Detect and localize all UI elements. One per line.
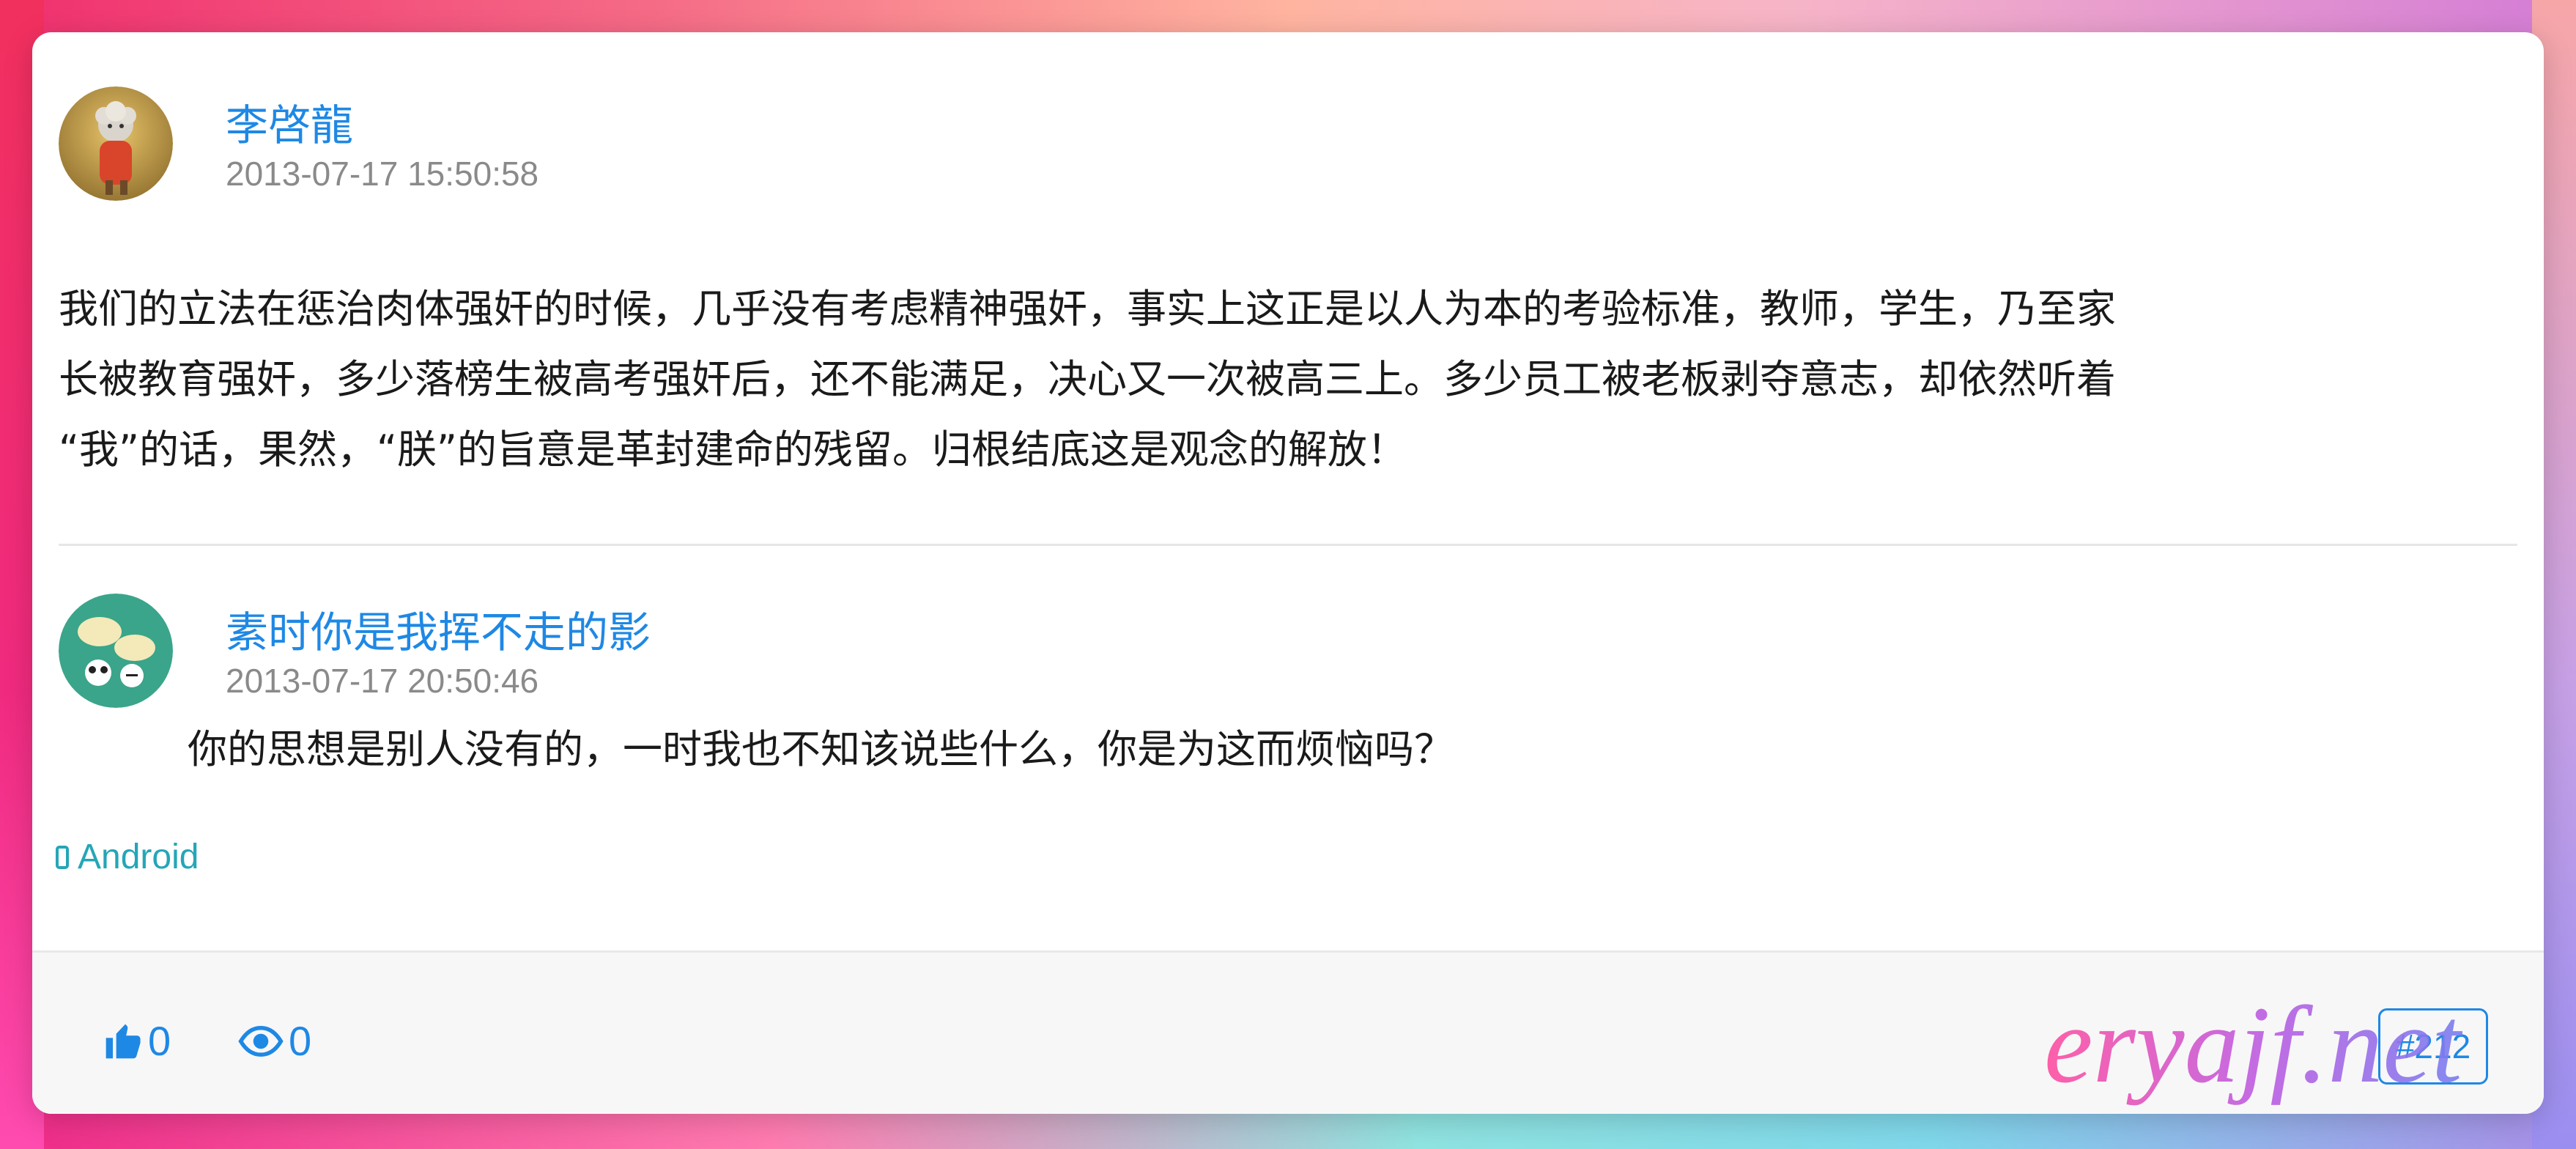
post-body-line: 长被教育强奸，多少落榜生被高考强奸后，还不能满足，决心又一次被高三上。多少员工被… [59,356,2116,402]
device-label: Android [78,838,199,876]
reply-author-name[interactable]: 素时你是我挥不走的影 [226,598,651,660]
like-count: 0 [148,1018,171,1064]
eye-icon [238,1025,284,1057]
reply-text: 你的思想是别人没有的，一时我也不知该说些什么，你是为这而烦恼吗？ [188,726,1454,772]
view-count: 0 [289,1018,312,1064]
poodle-avatar-icon [59,86,173,201]
device-source: Android [56,837,199,877]
reply-header: 素时你是我挥不走的影 2013-07-17 20:50:46 [59,594,1084,718]
author-avatar[interactable] [59,86,173,201]
post-body-line: “我”的话，果然，“朕”的旨意是革封建命的残留。归根结底这是观念的解放！ [59,426,1407,473]
like-button[interactable]: 0 [103,1017,171,1065]
post-timestamp: 2013-07-17 15:50:58 [226,155,539,193]
phone-icon [56,845,69,869]
author-name[interactable]: 李啓龍 [226,91,353,152]
view-counter[interactable]: 0 [237,1017,311,1065]
reply-avatar[interactable] [59,594,173,708]
divider [59,544,2517,546]
site-watermark: eryajf.net [2044,982,2462,1108]
panda-avatar-icon [59,594,173,708]
post-card: 李啓龍 2013-07-17 15:50:58 我们的立法在惩治肉体强奸的时候，… [32,32,2544,1114]
post-body-line: 我们的立法在惩治肉体强奸的时候，几乎没有考虑精神强奸，事实上这正是以人为本的考验… [59,286,2116,332]
thumbs-up-icon [106,1024,141,1058]
post-body: 我们的立法在惩治肉体强奸的时候，几乎没有考虑精神强奸，事实上这正是以人为本的考验… [59,274,2535,485]
reply-timestamp: 2013-07-17 20:50:46 [226,662,539,700]
post-header: 李啓龍 2013-07-17 15:50:58 [59,86,938,204]
